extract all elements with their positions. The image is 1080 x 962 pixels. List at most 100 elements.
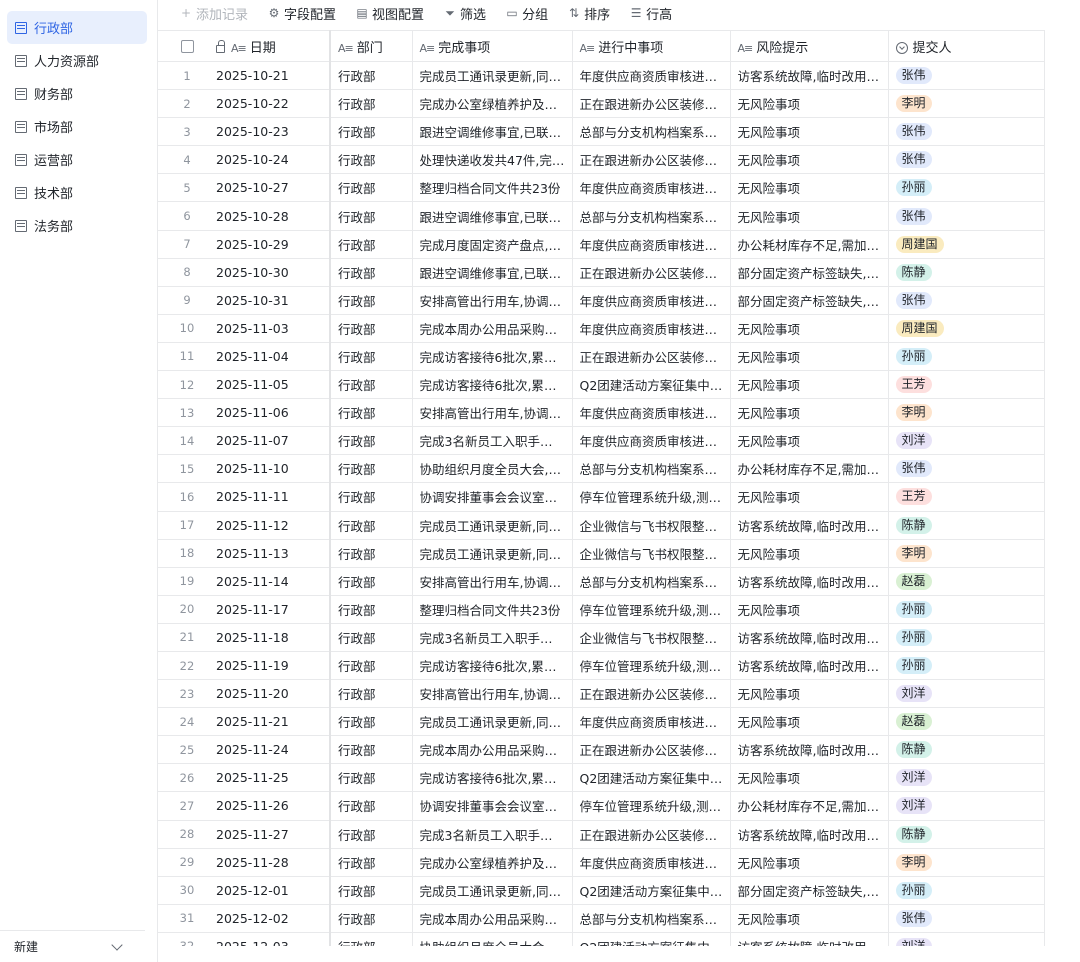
risk-cell[interactable]: 无风险事项 [730,707,889,737]
in-progress-cell[interactable]: 总部与分支机构档案系统对接 [572,117,731,147]
submitter-cell[interactable]: 张伟 [888,454,1044,484]
in-progress-cell[interactable]: 年度供应商资质审核进行中 [572,848,731,877]
submitter-cell[interactable]: 李明 [888,89,1044,119]
risk-cell[interactable]: 部分固定资产标签缺失,待补贴 [730,286,889,315]
dept-cell[interactable]: 行政部 [330,454,413,484]
dept-cell[interactable]: 行政部 [330,173,413,203]
column-header-completed[interactable]: A≡ 完成事项 [412,30,573,62]
risk-cell[interactable]: 办公耗材库存不足,需加急采购 [730,791,889,821]
table-row[interactable]: 27 2025-11-26 行政部 协调安排董事会会议室及设备 停车位管理系统升级,测试… [158,791,1044,821]
in-progress-cell[interactable]: 年度供应商资质审核进行中 [572,707,731,737]
risk-cell[interactable]: 访客系统故障,临时改用纸质登记 [730,735,889,765]
dept-cell[interactable]: 行政部 [330,89,413,119]
in-progress-cell[interactable]: 年度供应商资质审核进行中 [572,286,731,315]
risk-cell[interactable]: 部分固定资产标签缺失,待补贴 [730,258,889,287]
dept-cell[interactable]: 行政部 [330,286,413,315]
sidebar-item-marketing[interactable]: 市场部 [7,110,147,143]
row-number[interactable]: 1 [158,61,216,91]
completed-cell[interactable]: 安排高管出行用车,协调司机 [412,567,573,596]
table-row[interactable]: 5 2025-10-27 行政部 整理归档合同文件共23份 年度供应商资质审核进行中 无风… [158,173,1044,203]
table-row[interactable]: 10 2025-11-03 行政部 完成本周办公用品采购入库 年度供应商资质审核进行中无… [158,314,1044,343]
date-cell[interactable]: 2025-10-24 [216,145,331,175]
table-row[interactable]: 2 2025-10-22 行政部 完成办公室绿植养护及更换 正在跟进新办公区装修进度 无风… [158,89,1044,119]
in-progress-cell[interactable]: 停车位管理系统升级,测试中 [572,482,731,512]
dept-cell[interactable]: 行政部 [330,230,413,259]
date-cell[interactable]: 2025-10-31 [216,286,331,315]
date-cell[interactable]: 2025-11-25 [216,763,331,793]
date-cell[interactable]: 2025-11-21 [216,707,331,737]
in-progress-cell[interactable]: 企业微信与飞书权限整合中 [572,539,731,568]
risk-cell[interactable]: 无风险事项 [730,398,889,428]
new-table-button[interactable]: 新建 [0,930,145,962]
table-row[interactable]: 31 2025-12-02 行政部 完成本周办公用品采购入库 总部与分支机构档案系统对接… [158,904,1044,933]
row-height-button[interactable]: ☰ 行高 [630,4,672,23]
row-number[interactable]: 12 [158,370,216,400]
row-number[interactable]: 2 [158,89,216,119]
row-number[interactable]: 8 [158,258,216,287]
row-number[interactable]: 30 [158,876,216,905]
risk-cell[interactable]: 访客系统故障,临时改用纸质登记 [730,511,889,540]
date-cell[interactable]: 2025-10-28 [216,201,331,231]
completed-cell[interactable]: 协助组织月度全员大会,布置会场 [412,932,573,946]
date-cell[interactable]: 2025-12-03 [216,932,331,946]
risk-cell[interactable]: 无风险事项 [730,117,889,147]
completed-cell[interactable]: 完成办公室绿植养护及更换 [412,89,573,119]
row-number[interactable]: 20 [158,595,216,624]
completed-cell[interactable]: 完成员工通讯录更新,同步至内部系统 [412,511,573,540]
dept-cell[interactable]: 行政部 [330,426,413,456]
completed-cell[interactable]: 安排高管出行用车,协调司机 [412,679,573,709]
column-header-in-progress[interactable]: A≡ 进行中事项 [572,30,731,62]
in-progress-cell[interactable]: 停车位管理系统升级,测试中 [572,595,731,624]
completed-cell[interactable]: 完成员工通讯录更新,同步至内部系统 [412,61,573,91]
table-row[interactable]: 20 2025-11-17 行政部 整理归档合同文件共23份 停车位管理系统升级,测试中… [158,595,1044,624]
table-row[interactable]: 302025-12-01行政部完成员工通讯录更新,同步至内部系统Q2团建活动方案… [158,876,1044,905]
in-progress-cell[interactable]: 正在跟进新办公区装修进度 [572,89,731,119]
dept-cell[interactable]: 行政部 [330,482,413,512]
risk-cell[interactable]: 访客系统故障,临时改用纸质登记 [730,820,889,849]
in-progress-cell[interactable]: 总部与分支机构档案系统对接 [572,454,731,484]
in-progress-cell[interactable]: 年度供应商资质审核进行中 [572,230,731,259]
dept-cell[interactable]: 行政部 [330,904,413,933]
submitter-cell[interactable]: 陈静 [888,511,1044,540]
row-number[interactable]: 18 [158,539,216,568]
completed-cell[interactable]: 安排高管出行用车,协调司机 [412,286,573,315]
table-row[interactable]: 11 2025-11-04 行政部 完成访客接待6批次,累计登记 正在跟进新办公区装修进… [158,342,1044,372]
submitter-cell[interactable]: 李明 [888,848,1044,877]
column-header-date[interactable]: A≡ 日期 [216,30,331,62]
submitter-cell[interactable]: 李明 [888,539,1044,568]
risk-cell[interactable]: 无风险事项 [730,763,889,793]
date-cell[interactable]: 2025-11-20 [216,679,331,709]
submitter-cell[interactable]: 刘洋 [888,763,1044,793]
risk-cell[interactable]: 无风险事项 [730,201,889,231]
table-row[interactable]: 152025-11-10行政部协助组织月度全员大会,布置会场总部与分支机构档案系… [158,454,1044,484]
risk-cell[interactable]: 无风险事项 [730,173,889,203]
date-cell[interactable]: 2025-10-21 [216,61,331,91]
select-all-checkbox[interactable] [158,30,216,62]
row-number[interactable]: 13 [158,398,216,428]
date-cell[interactable]: 2025-10-30 [216,258,331,287]
dept-cell[interactable]: 行政部 [330,932,413,946]
submitter-cell[interactable]: 周建国 [888,314,1044,343]
submitter-cell[interactable]: 孙丽 [888,595,1044,624]
submitter-cell[interactable]: 张伟 [888,145,1044,175]
date-cell[interactable]: 2025-11-05 [216,370,331,400]
completed-cell[interactable]: 跟进空调维修事宜,已联系维修方 [412,201,573,231]
completed-cell[interactable]: 完成办公室绿植养护及更换 [412,848,573,877]
table-row[interactable]: 182025-11-13行政部完成员工通讯录更新,同步至内部系统企业微信与飞书权… [158,539,1044,568]
table-row[interactable]: 13 2025-11-06 行政部 安排高管出行用车,协调司机 年度供应商资质审核进行中… [158,398,1044,428]
table-row[interactable]: 21 2025-11-18 行政部 完成3名新员工入职手续办理 企业微信与飞书权限整合中… [158,623,1044,652]
in-progress-cell[interactable]: 年度供应商资质审核进行中 [572,398,731,428]
completed-cell[interactable]: 完成本周办公用品采购入库 [412,735,573,765]
row-number[interactable]: 23 [158,679,216,709]
submitter-cell[interactable]: 孙丽 [888,342,1044,372]
table-row[interactable]: 26 2025-11-25 行政部 完成访客接待6批次,累计登记 Q2团建活动方案征集中… [158,763,1044,793]
in-progress-cell[interactable]: Q2团建活动方案征集中,预计下周 [572,370,731,400]
submitter-cell[interactable]: 刘洋 [888,791,1044,821]
add-record-button[interactable]: + 添加记录 [180,4,248,23]
completed-cell[interactable]: 跟进空调维修事宜,已联系维修方 [412,117,573,147]
table-row[interactable]: 14 2025-11-07 行政部 完成3名新员工入职手续办理 年度供应商资质审核进行中… [158,426,1044,456]
row-number[interactable]: 14 [158,426,216,456]
in-progress-cell[interactable]: 总部与分支机构档案系统对接 [572,567,731,596]
row-number[interactable]: 21 [158,623,216,652]
risk-cell[interactable]: 无风险事项 [730,679,889,709]
